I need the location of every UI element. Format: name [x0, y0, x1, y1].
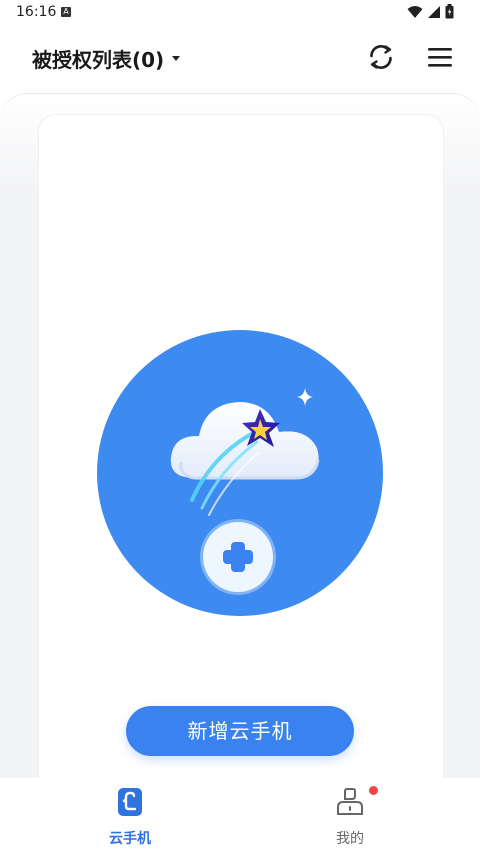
notification-icon: A: [61, 7, 71, 17]
page-title: 被授权列表(0): [32, 48, 165, 72]
status-time: 16:16: [16, 4, 57, 20]
status-icons: [407, 4, 454, 19]
top-header: 被授权列表(0): [0, 28, 480, 88]
add-circle-button[interactable]: [203, 522, 273, 592]
refresh-icon[interactable]: [366, 42, 396, 72]
menu-icon[interactable]: [425, 42, 455, 72]
add-cloud-phone-button[interactable]: 新增云手机: [126, 706, 354, 756]
empty-state-card: 新增云手机: [38, 114, 444, 806]
signal-icon: [428, 5, 440, 18]
nav-item-cloud-phone[interactable]: 云手机: [70, 778, 190, 853]
authorized-list-dropdown[interactable]: 被授权列表(0): [32, 44, 181, 73]
cloud-phone-icon: [118, 788, 142, 816]
main-sheet: 新增云手机: [0, 93, 480, 806]
nav-label-mine: 我的: [336, 831, 364, 847]
bottom-navigation: 云手机 我的: [0, 778, 480, 853]
plus-icon: [223, 542, 253, 572]
nav-label-cloud-phone: 云手机: [109, 831, 151, 847]
status-bar: 16:16 A: [0, 0, 480, 28]
battery-icon: [445, 4, 454, 19]
notification-badge: [369, 786, 378, 795]
caret-down-icon: [172, 56, 181, 61]
user-profile-icon: [337, 788, 363, 815]
wifi-icon: [407, 5, 423, 18]
nav-item-mine[interactable]: 我的: [290, 778, 410, 853]
cloud-phone-illustration: [97, 330, 383, 616]
